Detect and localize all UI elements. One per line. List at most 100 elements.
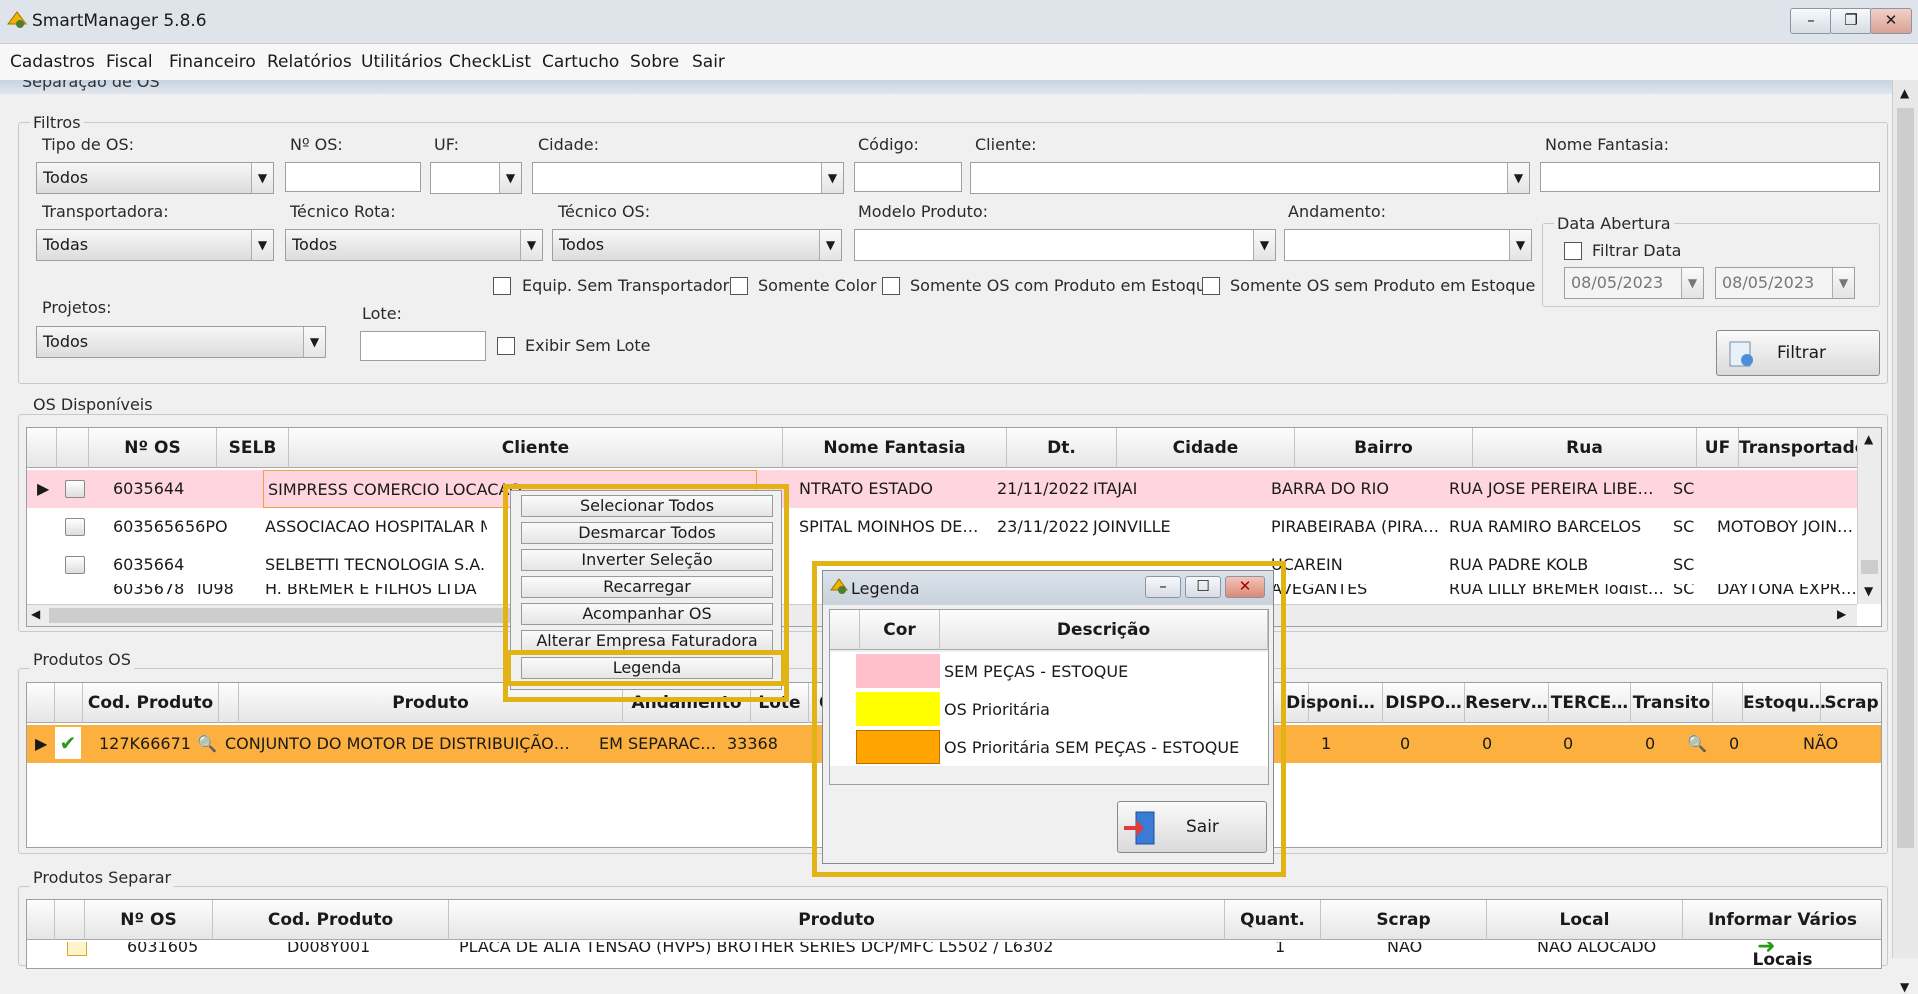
tecrota-select[interactable]: Todos ▼ bbox=[285, 229, 543, 261]
maximize-button[interactable]: ❐ bbox=[1830, 8, 1872, 34]
menu-item-selecionar-todos[interactable]: Selecionar Todos bbox=[521, 495, 773, 517]
transp-select[interactable]: Todas ▼ bbox=[36, 229, 274, 261]
menu-bar: Cadastros Fiscal Financeiro Relatórios U… bbox=[0, 44, 1918, 80]
os-disponiveis-label: OS Disponíveis bbox=[30, 395, 156, 414]
cliente-select[interactable]: ▼ bbox=[970, 162, 1530, 194]
scroll-thumb[interactable] bbox=[1897, 108, 1914, 848]
scroll-down-icon[interactable]: ▼ bbox=[1864, 584, 1873, 598]
menu-checklist[interactable]: CheckList bbox=[449, 52, 531, 72]
vscroll-thumb[interactable] bbox=[1861, 560, 1878, 574]
legend-desc: OS Prioritária bbox=[944, 700, 1050, 719]
header-scrap[interactable]: Scrap bbox=[1321, 900, 1487, 940]
row-checkbox[interactable] bbox=[65, 556, 85, 574]
header-nos[interactable]: Nº OS bbox=[85, 900, 213, 940]
color-swatch bbox=[856, 730, 940, 764]
projetos-select[interactable]: Todos ▼ bbox=[36, 326, 326, 358]
date-from-picker[interactable]: 08/05/2023 ▼ bbox=[1564, 267, 1704, 299]
somente-color-checkbox[interactable] bbox=[730, 277, 748, 295]
table-row[interactable]: ▶ 6035644 SIMPRESS COMERCIO LOCACAO NTRA… bbox=[27, 470, 1857, 508]
header-cod-produto[interactable]: Cod. Produto bbox=[213, 900, 449, 940]
header-uf[interactable]: UF bbox=[1697, 428, 1739, 468]
header-rua[interactable]: Rua bbox=[1473, 428, 1697, 468]
somente-sem-estoque-checkbox[interactable] bbox=[1202, 277, 1220, 295]
header-cliente[interactable]: Cliente bbox=[289, 428, 783, 468]
cell-cliente: SELBETTI TECNOLOGIA S.A. bbox=[265, 555, 486, 574]
search-icon[interactable]: 🔍 bbox=[1687, 725, 1707, 763]
hscroll-thumb[interactable] bbox=[49, 608, 519, 623]
codigo-input[interactable] bbox=[854, 162, 962, 192]
header-informar-locais[interactable]: Informar Vários Locais bbox=[1683, 900, 1881, 968]
date-to-picker[interactable]: 08/05/2023 ▼ bbox=[1715, 267, 1855, 299]
menu-item-alterar-empresa[interactable]: Alterar Empresa Faturadora bbox=[521, 630, 773, 652]
header-select bbox=[57, 428, 89, 468]
dialog-maximize-button[interactable]: ☐ bbox=[1185, 576, 1221, 598]
header-terce[interactable]: TERCE… bbox=[1549, 683, 1631, 723]
header-reserv[interactable]: Reserv… bbox=[1465, 683, 1549, 723]
filtrar-data-checkbox[interactable] bbox=[1564, 242, 1582, 260]
menu-item-inverter-selecao[interactable]: Inverter Seleção bbox=[521, 549, 773, 571]
equip-sem-transp-checkbox[interactable] bbox=[493, 277, 511, 295]
vertical-scrollbar[interactable]: ▲ ▼ bbox=[1892, 80, 1918, 994]
minimize-button[interactable]: – bbox=[1790, 8, 1832, 34]
header-quant[interactable]: Quant. bbox=[1225, 900, 1321, 940]
header-local[interactable]: Local bbox=[1487, 900, 1683, 940]
header-select bbox=[55, 900, 85, 940]
scroll-up-icon[interactable]: ▲ bbox=[1864, 432, 1873, 446]
menu-item-acompanhar-os[interactable]: Acompanhar OS bbox=[521, 603, 773, 625]
menu-financeiro[interactable]: Financeiro bbox=[169, 52, 256, 72]
header-scrap[interactable]: Scrap bbox=[1821, 683, 1881, 723]
row-checkbox[interactable] bbox=[65, 518, 85, 536]
fantasia-input[interactable] bbox=[1540, 162, 1880, 192]
uf-select[interactable]: ▼ bbox=[430, 162, 522, 194]
header-selb[interactable]: SELB bbox=[217, 428, 289, 468]
nos-input[interactable] bbox=[285, 162, 421, 192]
somente-com-estoque-checkbox[interactable] bbox=[882, 277, 900, 295]
header-dispo[interactable]: DISPO… bbox=[1383, 683, 1465, 723]
scroll-right-icon[interactable]: ▶ bbox=[1837, 607, 1846, 621]
header-produto[interactable]: Produto bbox=[449, 900, 1225, 940]
header-dt-abertura[interactable]: Dt. Abertura bbox=[1007, 428, 1117, 498]
menu-item-desmarcar-todos[interactable]: Desmarcar Todos bbox=[521, 522, 773, 544]
arrow-right-icon[interactable]: ➜ bbox=[1757, 942, 1775, 958]
close-button[interactable]: ✕ bbox=[1870, 8, 1912, 34]
menu-cartucho[interactable]: Cartucho bbox=[542, 52, 619, 72]
header-cidade[interactable]: Cidade bbox=[1117, 428, 1295, 468]
filtrar-button[interactable]: Filtrar bbox=[1716, 330, 1880, 376]
dialog-close-button[interactable]: ✕ bbox=[1225, 576, 1265, 598]
checked-icon[interactable]: ✔ bbox=[55, 727, 81, 759]
andamento-select[interactable]: ▼ bbox=[1284, 229, 1532, 261]
header-estoque[interactable]: Estoqu… bbox=[1743, 683, 1826, 723]
scroll-left-icon[interactable]: ◀ bbox=[31, 607, 40, 621]
dialog-minimize-button[interactable]: – bbox=[1145, 576, 1181, 598]
header-nos[interactable]: Nº OS bbox=[89, 428, 217, 468]
exibir-sem-lote-checkbox[interactable] bbox=[497, 337, 515, 355]
os-grid-vscrollbar[interactable]: ▲ ▼ bbox=[1857, 428, 1881, 604]
table-row[interactable]: 6031605 D008Y001 PLACA DE ALTA TENSAO (H… bbox=[27, 942, 1881, 958]
menu-cadastros[interactable]: Cadastros bbox=[10, 52, 95, 72]
menu-item-recarregar[interactable]: Recarregar bbox=[521, 576, 773, 598]
row-checkbox[interactable] bbox=[65, 480, 85, 498]
search-icon[interactable]: 🔍 bbox=[197, 725, 217, 763]
sair-button[interactable]: Sair bbox=[1117, 801, 1267, 853]
header-transito[interactable]: Transito bbox=[1631, 683, 1713, 723]
cidade-select[interactable]: ▼ bbox=[532, 162, 844, 194]
lote-input[interactable] bbox=[360, 331, 486, 361]
table-row[interactable]: 6035656 56PO ASSOCIACAO HOSPITALAR M SPI… bbox=[27, 508, 1857, 546]
menu-fiscal[interactable]: Fiscal bbox=[106, 52, 153, 72]
header-bairro[interactable]: Bairro bbox=[1295, 428, 1473, 468]
menu-sair[interactable]: Sair bbox=[692, 52, 725, 72]
scroll-up-icon[interactable]: ▲ bbox=[1900, 86, 1909, 100]
header-disponivel[interactable]: Disponi… bbox=[1279, 683, 1383, 723]
tecos-select[interactable]: Todos ▼ bbox=[552, 229, 842, 261]
header-cod-produto[interactable]: Cod. Produto bbox=[83, 683, 219, 723]
projetos-label: Projetos: bbox=[42, 298, 112, 317]
scroll-down-icon[interactable]: ▼ bbox=[1900, 980, 1909, 994]
cell-dt: 21/11/2022 bbox=[997, 479, 1090, 498]
menu-sobre[interactable]: Sobre bbox=[630, 52, 679, 72]
menu-relatorios[interactable]: Relatórios bbox=[267, 52, 352, 72]
modelo-select[interactable]: ▼ bbox=[854, 229, 1276, 261]
menu-utilitarios[interactable]: Utilitários bbox=[361, 52, 442, 72]
tipo-select[interactable]: Todos ▼ bbox=[36, 162, 274, 194]
row-checkbox[interactable] bbox=[67, 942, 87, 956]
header-fantasia[interactable]: Nome Fantasia bbox=[783, 428, 1007, 468]
